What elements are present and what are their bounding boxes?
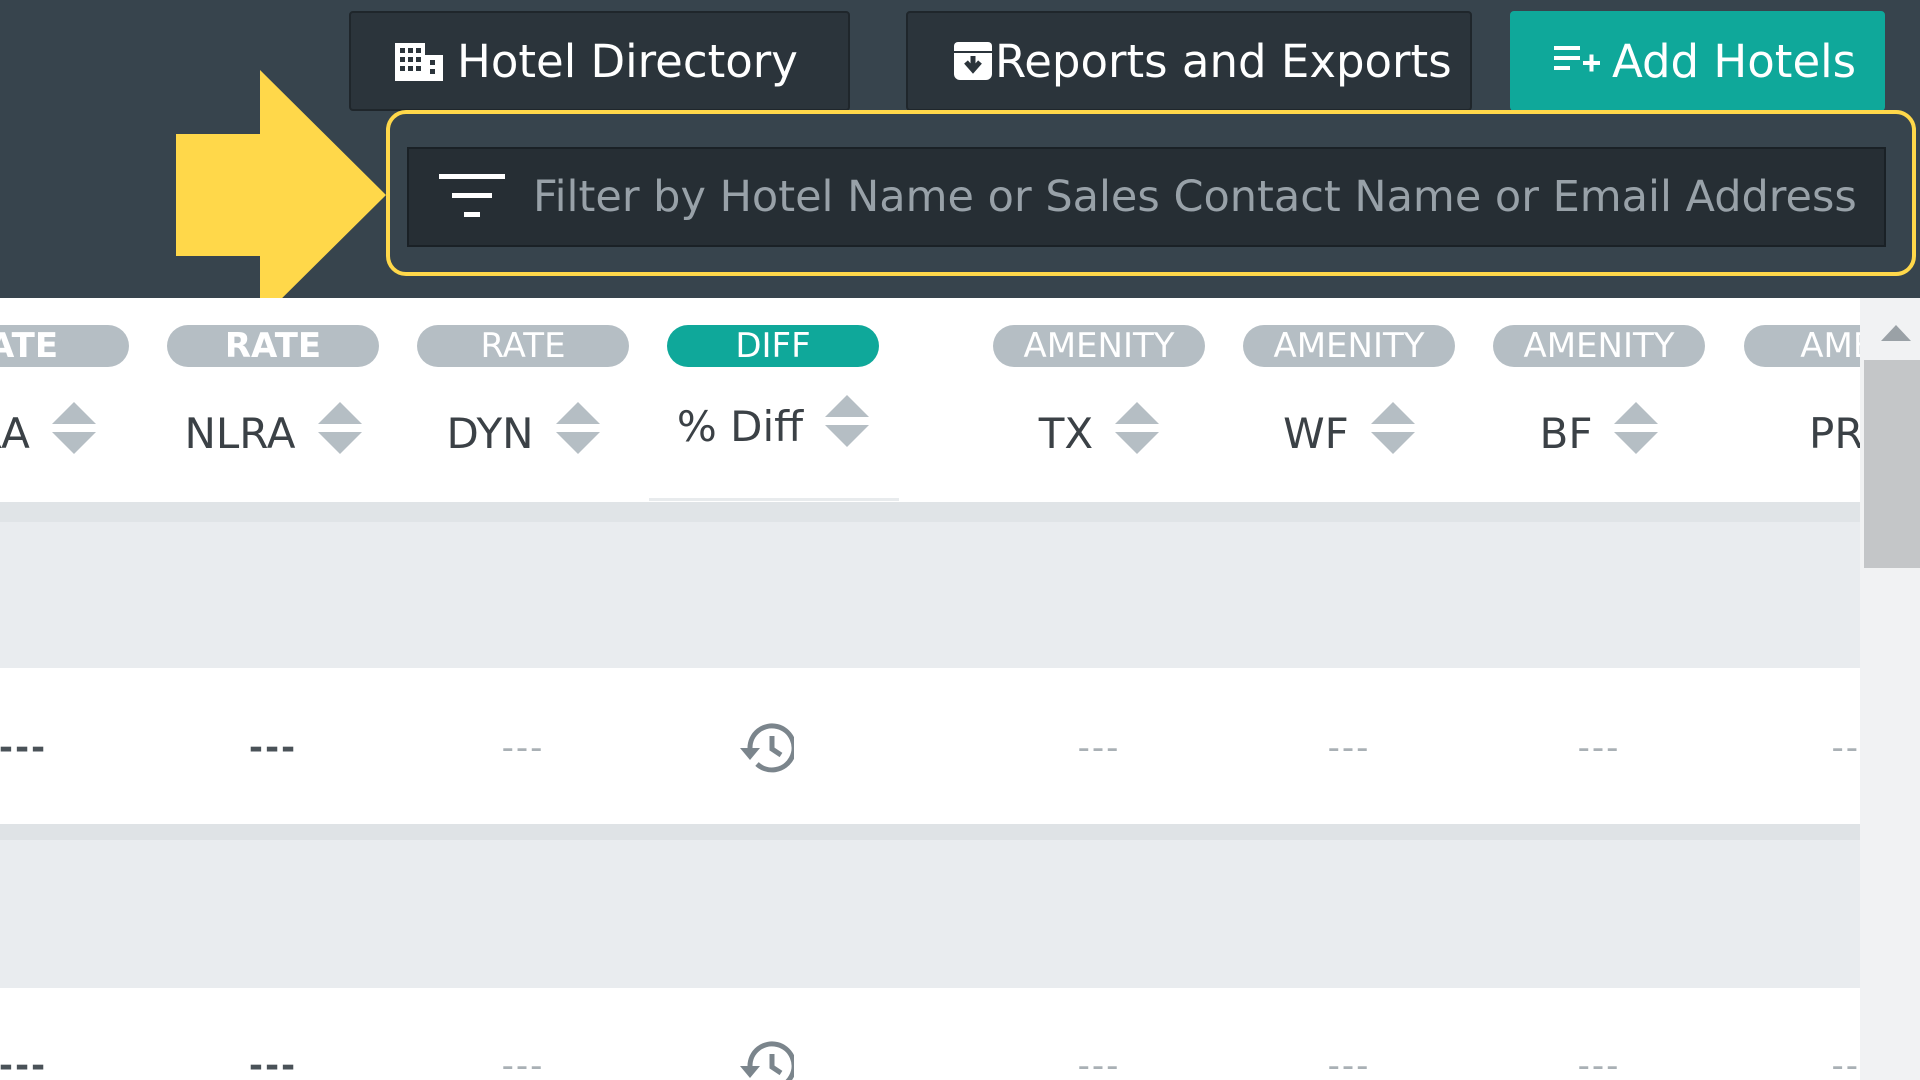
search-input[interactable]	[533, 172, 1873, 222]
add-hotels-label: Add Hotels	[1612, 34, 1857, 88]
table-cell: ---	[1077, 1046, 1121, 1080]
table-cell: ---	[1327, 1046, 1371, 1080]
category-pill: AMEN	[1744, 325, 1860, 367]
sort-arrows-icon[interactable]	[1614, 402, 1659, 464]
history-icon[interactable]	[732, 720, 797, 780]
column-label: PR	[1809, 408, 1860, 458]
category-pill: RATE	[167, 325, 379, 367]
column-header-nlra[interactable]: RATE NLRA	[167, 298, 379, 518]
table-cell: ---	[501, 728, 545, 768]
table-cell: ---	[248, 1046, 298, 1080]
yellow-arrow-icon	[176, 70, 386, 324]
category-pill: AMENITY	[993, 325, 1205, 367]
table-cell: ---	[501, 1046, 545, 1080]
column-header-tx[interactable]: AMENITY TX	[993, 298, 1205, 518]
table-cell: --	[1831, 728, 1860, 768]
column-header-bf[interactable]: AMENITY BF	[1493, 298, 1705, 518]
building-icon	[393, 39, 445, 83]
column-label: LRA	[0, 408, 30, 458]
sort-arrows-icon[interactable]	[317, 402, 362, 464]
category-pill: AMENITY	[1243, 325, 1455, 367]
scrollbar-thumb[interactable]	[1864, 360, 1920, 568]
category-pill: AMENITY	[1493, 325, 1705, 367]
sort-arrows-icon[interactable]	[825, 395, 870, 457]
hotel-table: ATE LRA RATE NLRA RATE DYN DIFF % Diff A…	[0, 298, 1860, 1080]
add-hotels-button[interactable]: Add Hotels	[1510, 11, 1885, 111]
table-cell: ---	[1327, 728, 1371, 768]
column-header-lra[interactable]: ATE LRA	[0, 298, 129, 518]
column-label: % Diff	[676, 401, 804, 451]
table-row-band	[0, 522, 1860, 668]
table-cell: ---	[248, 728, 298, 768]
hotel-directory-button[interactable]: Hotel Directory	[349, 11, 850, 111]
sort-arrows-icon[interactable]	[555, 402, 600, 464]
column-label: TX	[1038, 408, 1094, 458]
column-label: NLRA	[184, 408, 296, 458]
table-cell: ---	[0, 728, 48, 768]
reports-and-exports-label: Reports and Exports	[995, 34, 1452, 88]
column-header-pr[interactable]: AMEN PR	[1744, 298, 1860, 518]
table-cell: ---	[1577, 728, 1621, 768]
scroll-up-icon[interactable]	[1881, 325, 1911, 345]
table-row-band	[0, 840, 1860, 988]
search-filter[interactable]	[407, 147, 1886, 247]
sort-arrows-icon[interactable]	[1370, 402, 1415, 464]
history-icon[interactable]	[732, 1038, 797, 1080]
column-header-wf[interactable]: AMENITY WF	[1243, 298, 1455, 518]
category-pill: DIFF	[667, 325, 879, 367]
category-pill: RATE	[417, 325, 629, 367]
filter-icon	[439, 174, 505, 220]
column-label: WF	[1283, 408, 1349, 458]
table-cell: ---	[1577, 1046, 1621, 1080]
vertical-scrollbar[interactable]	[1860, 298, 1920, 1080]
hotel-directory-label: Hotel Directory	[457, 34, 798, 88]
column-header-dyn[interactable]: RATE DYN	[417, 298, 629, 518]
reports-and-exports-button[interactable]: Reports and Exports	[906, 11, 1472, 111]
row-divider	[0, 824, 1860, 840]
table-cell: ---	[1077, 728, 1121, 768]
playlist-add-icon	[1554, 44, 1600, 78]
column-header-diff[interactable]: DIFF % Diff	[667, 298, 879, 518]
column-label: BF	[1539, 408, 1593, 458]
sort-arrows-icon[interactable]	[51, 402, 96, 464]
category-pill: ATE	[0, 325, 129, 367]
table-cell: ---	[0, 1046, 48, 1080]
top-toolbar: Hotel Directory Reports and Exports Add …	[0, 0, 1920, 320]
sort-arrows-icon[interactable]	[1115, 402, 1160, 464]
column-label: DYN	[446, 408, 534, 458]
table-cell: --	[1831, 1046, 1860, 1080]
archive-download-icon	[953, 41, 993, 81]
